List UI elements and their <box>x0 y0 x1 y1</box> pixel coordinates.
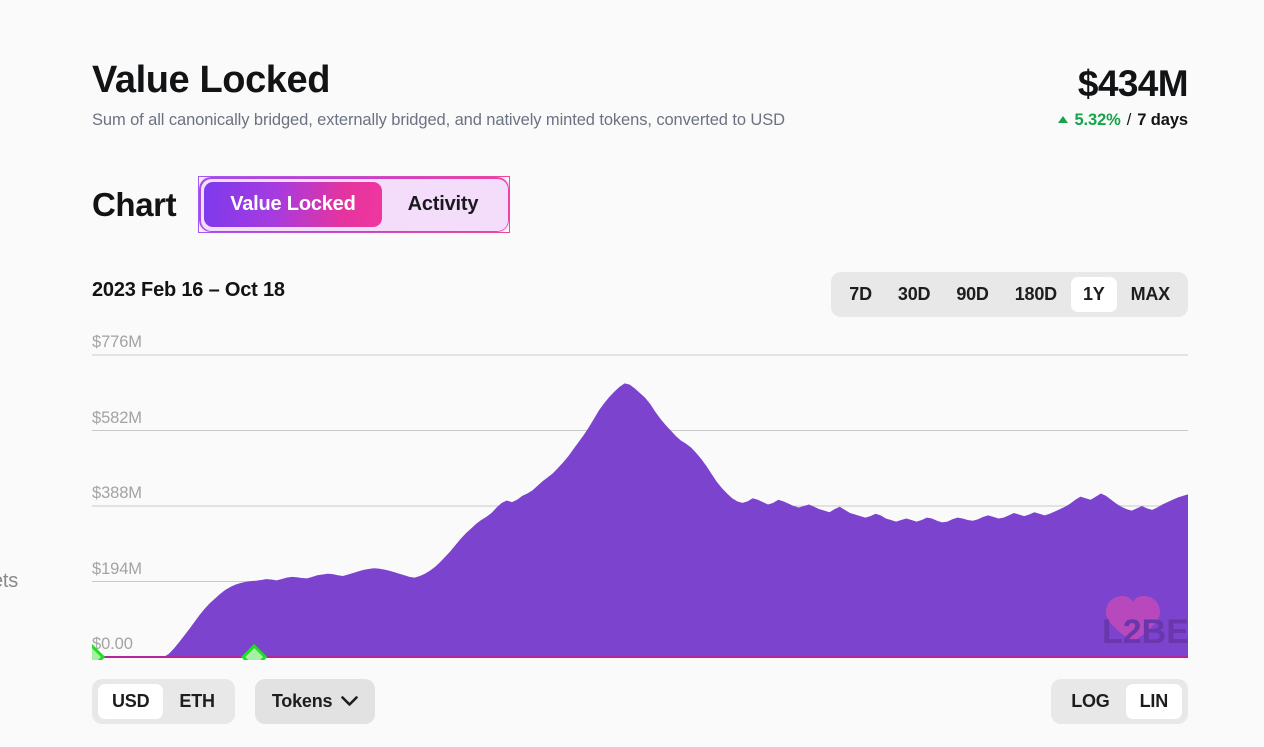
scale-toggle: LOG LIN <box>1051 679 1188 724</box>
total-value-locked: $434M <box>1077 63 1189 104</box>
change-period: 7 days <box>1137 111 1188 129</box>
value-locked-page: Value Locked Sum of all canonically brid… <box>0 0 1264 747</box>
chart-label: Chart <box>92 185 177 223</box>
scale-log[interactable]: LOG <box>1057 684 1123 719</box>
tokens-label: Tokens <box>271 691 333 711</box>
scale-lin[interactable]: LIN <box>1125 684 1182 719</box>
header-stats: $434M 5.32% / 7 days <box>1058 58 1189 130</box>
milestone-marker[interactable] <box>92 643 106 660</box>
currency-unit-toggle: USD ETH <box>92 679 235 724</box>
change-percent: 5.32% <box>1074 111 1121 129</box>
clipped-side-label: ets <box>0 570 19 592</box>
change-separator: / <box>1126 111 1132 129</box>
trend-up-icon <box>1058 116 1069 123</box>
period-1y[interactable]: 1Y <box>1070 277 1117 312</box>
unit-usd[interactable]: USD <box>98 684 164 719</box>
value-locked-area-chart[interactable]: L2BEAT <box>92 325 1188 660</box>
chart-plot-area[interactable]: L2BEAT <box>92 325 1188 660</box>
page-title: Value Locked <box>92 59 331 101</box>
tab-activity[interactable]: Activity <box>382 182 505 227</box>
tokens-dropdown[interactable]: Tokens <box>254 679 376 724</box>
header-left: Value Locked Sum of all canonically brid… <box>92 58 785 131</box>
area-series-value-locked <box>92 383 1188 657</box>
period-max[interactable]: MAX <box>1119 277 1182 312</box>
chevron-down-icon <box>341 696 359 706</box>
page-header: Value Locked Sum of all canonically brid… <box>92 58 1189 131</box>
period-7d[interactable]: 7D <box>837 277 884 312</box>
period-90d[interactable]: 90D <box>944 277 1000 312</box>
period-180d[interactable]: 180D <box>1003 277 1069 312</box>
period-selector: 7D 30D 90D 180D 1Y MAX <box>831 272 1188 317</box>
chart-type-toggle: Value Locked Activity <box>198 176 511 233</box>
chart-heading-row: Chart Value Locked Activity <box>92 176 511 233</box>
tab-value-locked[interactable]: Value Locked <box>204 182 382 227</box>
svg-text:L2BEAT: L2BEAT <box>1102 613 1188 651</box>
page-subtitle: Sum of all canonically bridged, external… <box>92 111 785 129</box>
change-row: 5.32% / 7 days <box>1058 111 1188 130</box>
period-30d[interactable]: 30D <box>886 277 942 312</box>
unit-eth[interactable]: ETH <box>165 684 228 719</box>
date-range-label: 2023 Feb 16 – Oct 18 <box>92 279 285 301</box>
bottom-left-controls: USD ETH Tokens <box>92 679 376 724</box>
